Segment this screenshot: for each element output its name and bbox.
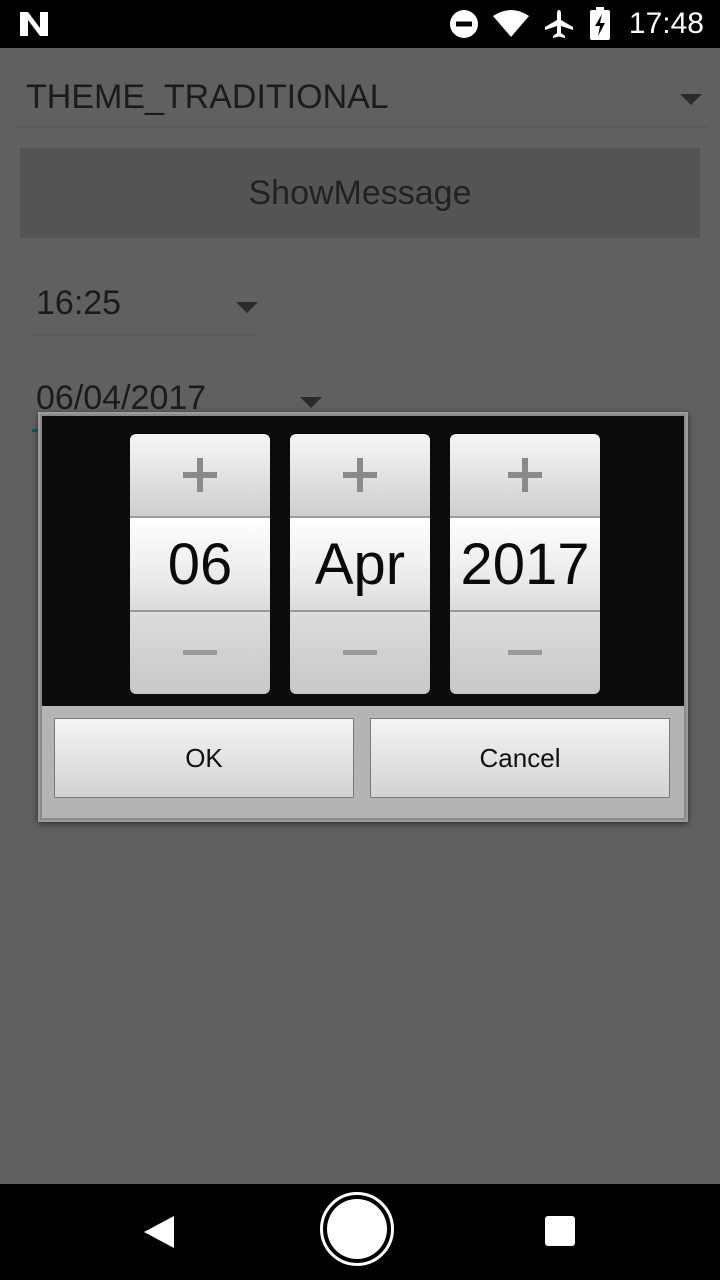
day-picker: 06	[130, 434, 270, 694]
show-message-button[interactable]: ShowMessage	[20, 148, 700, 238]
home-icon-inner	[327, 1199, 387, 1259]
recents-icon[interactable]	[545, 1216, 575, 1246]
dropdown-arrow-icon	[680, 94, 702, 105]
year-increment-button[interactable]	[450, 434, 600, 516]
ok-button[interactable]: OK	[54, 718, 354, 798]
day-increment-button[interactable]	[130, 434, 270, 516]
month-value[interactable]: Apr	[290, 516, 430, 612]
do-not-disturb-icon	[449, 10, 478, 38]
dropdown-arrow-icon	[236, 302, 258, 313]
minus-icon	[183, 650, 217, 655]
dropdown-arrow-icon	[300, 397, 322, 408]
date-picker: 06 Apr 2017	[42, 416, 684, 706]
date-picker-dialog: 06 Apr 2017 OK Cancel	[38, 412, 688, 822]
month-decrement-button[interactable]	[290, 612, 430, 694]
plus-icon	[183, 458, 217, 492]
notification-n-icon	[20, 12, 48, 36]
cancel-button[interactable]: Cancel	[370, 718, 670, 798]
month-picker: Apr	[290, 434, 430, 694]
minus-icon	[343, 650, 377, 655]
plus-icon	[508, 458, 542, 492]
theme-spinner[interactable]: THEME_TRADITIONAL	[16, 68, 708, 128]
status-clock: 17:48	[628, 7, 704, 40]
airplane-mode-icon	[544, 10, 573, 38]
year-decrement-button[interactable]	[450, 612, 600, 694]
status-bar: 17:48	[0, 0, 720, 48]
minus-icon	[508, 650, 542, 655]
navigation-bar	[0, 1184, 720, 1280]
time-spinner-value: 16:25	[36, 284, 122, 322]
home-icon[interactable]	[320, 1192, 394, 1266]
wifi-icon	[492, 10, 529, 37]
day-decrement-button[interactable]	[130, 612, 270, 694]
time-spinner[interactable]: 16:25	[32, 278, 258, 336]
theme-spinner-value: THEME_TRADITIONAL	[26, 78, 389, 116]
dialog-button-bar: OK Cancel	[42, 706, 684, 818]
battery-charging-icon	[589, 7, 610, 40]
year-value[interactable]: 2017	[450, 516, 600, 612]
year-picker: 2017	[450, 434, 600, 694]
month-increment-button[interactable]	[290, 434, 430, 516]
plus-icon	[343, 458, 377, 492]
back-icon[interactable]	[142, 1214, 176, 1250]
day-value[interactable]: 06	[130, 516, 270, 612]
